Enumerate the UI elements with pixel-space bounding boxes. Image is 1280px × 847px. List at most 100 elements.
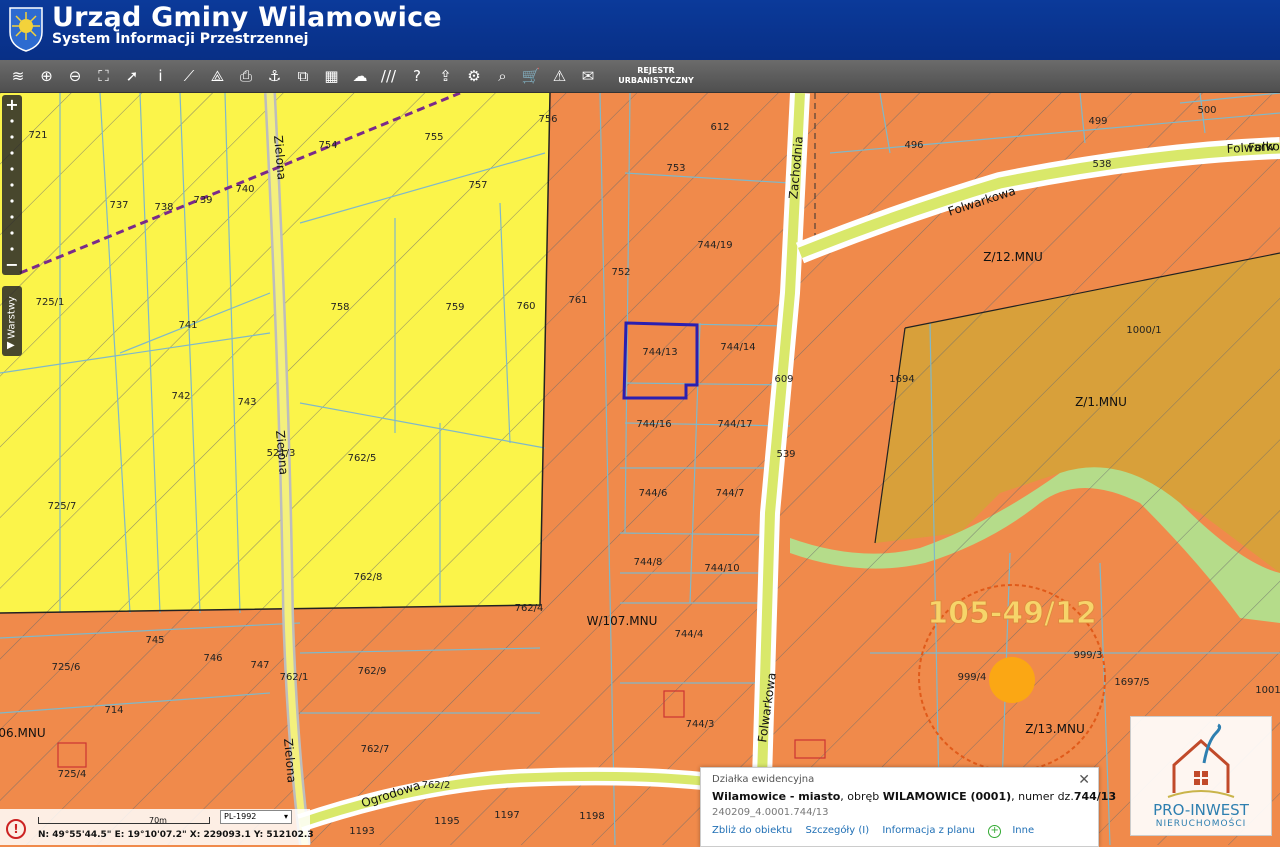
parcel-label: 740 [235,184,254,195]
parcel-label: 758 [330,302,349,313]
zoom-in-icon[interactable]: ⊕ [35,64,59,88]
search-icon[interactable]: ⌕ [491,64,515,88]
zoom-out-icon[interactable]: ⊖ [63,64,87,88]
scale-bar: 70m [38,816,210,825]
plan-info-link[interactable]: Informacja z planu [882,825,975,836]
chevron-down-icon: ▾ [283,812,288,821]
print-icon[interactable]: ⎙ [234,64,258,88]
parcel-label: 743 [237,397,256,408]
parcel-label: 744/16 [636,419,671,430]
parcel-label: 744/19 [697,240,732,251]
parcel-label: 744/6 [639,488,668,499]
parcel-label: 761 [568,295,587,306]
parcel-label: 999/3 [1074,650,1103,661]
parcel-label: 746 [203,653,222,664]
layers-icon[interactable]: ≋ [6,64,30,88]
logo-name: PRO-INWEST [1153,801,1249,819]
settings-icon[interactable]: ⚙ [462,64,486,88]
popup-place: Wilamowice - miasto [712,790,841,803]
parcel-id: 240209_4.0001.744/13 [712,807,829,818]
plus-icon[interactable]: + [988,825,1002,838]
parcel-label: 753 [666,163,685,174]
app-subtitle: System Informacji Przestrzennej [52,31,309,47]
parcel-label: 742 [171,391,190,402]
copy-icon[interactable]: ⧉ [291,64,315,88]
measure-line-icon[interactable]: ⟋ [177,64,201,88]
close-icon[interactable]: ✕ [1078,772,1090,788]
stork-house-icon [1167,723,1235,798]
popup-text2: , numer dz. [1011,790,1074,803]
parcel-label: 762/5 [348,453,377,464]
app-header: Urząd Gminy Wilamowice System Informacji… [0,0,1280,60]
logo-subtitle: NIERUCHOMOŚCI [1155,819,1247,829]
expand-arrow-icon: ▶ [7,340,15,351]
parcel-label: 499 [1088,116,1107,127]
parcel-label: 737 [109,200,128,211]
parcel-label: 1195 [434,816,459,827]
popup-actions: Zbliż do obiektu Szczegóły (I) Informacj… [712,825,1044,838]
parcel-label: 496 [904,140,923,151]
parcel-label: 762/8 [354,572,383,583]
zoom-in-button[interactable]: + [2,95,22,114]
chat-icon[interactable]: ✉ [576,64,600,88]
zoom-to-object-link[interactable]: Zbliż do obiektu [712,825,792,836]
parcel-label: 762/9 [358,666,387,677]
zone-label: 06.MNU [0,726,46,740]
map-canvas[interactable]: 105-49/12 721 754 755 756 612 753 737 738 739 740… [0,93,1280,845]
registry-button[interactable]: REJESTR URBANISTYCZNY [616,66,696,86]
zoom-extent-icon[interactable]: ⛶ [92,64,116,88]
layout-icon[interactable]: ▦ [320,64,344,88]
status-bar: ! 70m PL-1992 ▾ N: 49°55'44.5" E: 19°10'0… [0,809,314,845]
parcel-label: 738 [154,202,173,213]
parcel-label: 744/7 [716,488,745,499]
parcel-info-popup: Działka ewidencyjna ✕ Wilamowice - miast… [700,767,1116,847]
warning-icon[interactable]: ⚠ [548,64,572,88]
projection-select[interactable]: PL-1992 ▾ [220,810,292,824]
layers-panel-tab[interactable]: Warstwy ▶ [2,286,22,356]
parcel-label: 757 [468,180,487,191]
parcel-label: 725/7 [48,501,77,512]
cart-icon[interactable]: 🛒 [519,64,543,88]
parcel-description: Wilamowice - miasto, obręb WILAMOWICE (0… [712,790,1116,803]
parcel-label: 721 [28,130,47,141]
point-marker[interactable] [989,657,1035,703]
parcel-label: 1197 [494,810,519,821]
app-title: Urząd Gminy Wilamowice [52,2,442,33]
parcel-label: 745 [145,635,164,646]
parcel-label: 762/4 [515,603,544,614]
parcel-label: 744/4 [675,629,704,640]
other-link[interactable]: Inne [1012,825,1034,836]
parcel-label: 755 [424,132,443,143]
parcel-label: 612 [710,122,729,133]
info-icon[interactable]: i [149,64,173,88]
parcel-label: 1193 [349,826,374,837]
pointer-icon[interactable]: ➚ [120,64,144,88]
parcel-label: 725/1 [36,297,65,308]
popup-parcel: 744/13 [1073,790,1117,803]
parcel-label: 741 [178,320,197,331]
upload-icon[interactable]: ⇪ [434,64,458,88]
measure-area-icon[interactable]: ⟁ [206,64,230,88]
hatch-icon[interactable]: /// [377,64,401,88]
layers-tab-label: Warstwy [6,296,18,339]
parcel-label: 760 [516,301,535,312]
street-label: Folw [1248,139,1276,154]
zoom-control: + − [2,95,22,275]
parcel-label: 744/8 [634,557,663,568]
parcel-label: 744/10 [704,563,739,574]
map-view[interactable]: 105-49/12 721 754 755 756 612 753 737 738 739 740… [0,93,1280,845]
zoom-slider[interactable] [10,117,14,257]
parcel-label: 759 [445,302,464,313]
help-icon[interactable]: ? [405,64,429,88]
cursor-coordinates: N: 49°55'44.5" E: 19°10'07.2" X: 229093.… [38,830,314,840]
municipality-crest-icon [9,7,43,52]
parcel-label: 762/2 [422,780,451,791]
anchor-icon[interactable]: ⚓ [263,64,287,88]
point-label: 105-49/12 [927,596,1097,631]
details-link[interactable]: Szczegóły (I) [805,825,869,836]
zoom-out-button[interactable]: − [2,255,22,274]
parcel-label: 747 [250,660,269,671]
parcel-label: 739 [193,195,212,206]
alert-icon[interactable]: ! [6,819,26,839]
comment-icon[interactable]: ☁ [348,64,372,88]
